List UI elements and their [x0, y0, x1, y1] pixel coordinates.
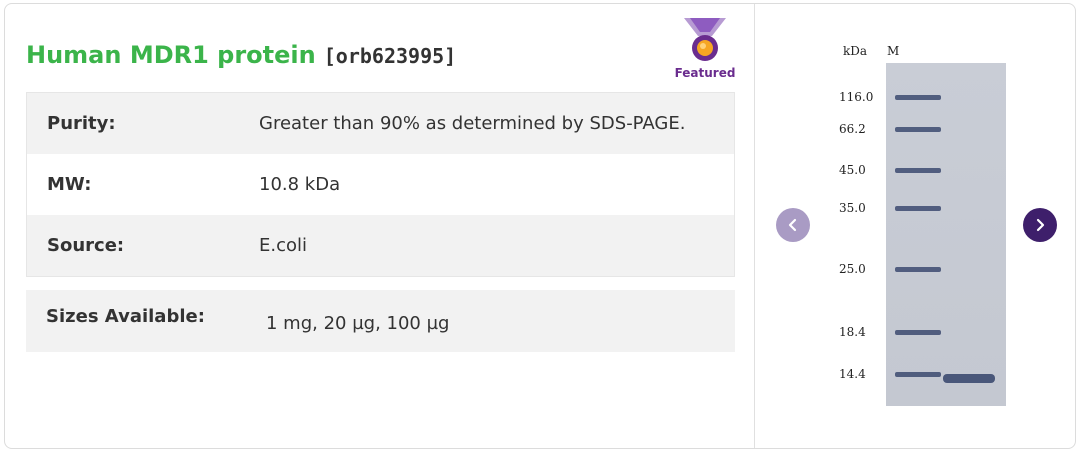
gel-background — [886, 63, 1006, 406]
spec-row-source: Source: E.coli — [27, 215, 734, 276]
marker-label: 66.2 — [839, 122, 866, 136]
marker-label: 116.0 — [839, 90, 873, 104]
sizes-label: Sizes Available: — [46, 305, 205, 327]
carousel-prev-button[interactable] — [776, 208, 810, 242]
product-card: Human MDR1 protein [orb623995] Featured … — [4, 3, 1076, 449]
spec-value: E.coli — [259, 235, 308, 256]
marker-label: 45.0 — [839, 163, 866, 177]
product-heading: Human MDR1 protein [orb623995] — [26, 41, 456, 69]
featured-badge: Featured — [670, 16, 740, 88]
ladder-band — [895, 267, 941, 272]
spec-row-mw: MW: 10.8 kDa — [27, 154, 734, 215]
spec-value: Greater than 90% as determined by SDS-PA… — [259, 113, 686, 134]
marker-label: 35.0 — [839, 201, 866, 215]
sample-band — [943, 374, 995, 383]
ladder-band — [895, 168, 941, 173]
marker-label: 14.4 — [839, 367, 866, 381]
chevron-right-icon — [1036, 218, 1045, 232]
ladder-band — [895, 127, 941, 132]
ladder-band — [895, 372, 941, 377]
ladder-band — [895, 330, 941, 335]
spec-label: MW: — [47, 174, 92, 195]
spec-value: 10.8 kDa — [259, 174, 341, 195]
medal-icon — [684, 18, 726, 61]
spec-label: Source: — [47, 235, 125, 256]
product-sku: [orb623995] — [323, 44, 457, 68]
marker-label: 25.0 — [839, 262, 866, 276]
ladder-band — [895, 206, 941, 211]
ladder-band — [895, 95, 941, 100]
featured-label: Featured — [674, 66, 736, 80]
spec-label: Purity: — [47, 113, 116, 134]
gel-figure: kDa M 116.0 66.2 45.0 35.0 25.0 18.4 14.4 — [839, 44, 1006, 406]
spec-row-purity: Purity: Greater than 90% as determined b… — [27, 93, 734, 154]
sizes-available: Sizes Available: 1 mg, 20 µg, 100 µg — [26, 290, 735, 352]
sizes-value: 1 mg, 20 µg, 100 µg — [266, 312, 450, 334]
carousel-next-button[interactable] — [1023, 208, 1057, 242]
chevron-left-icon — [788, 218, 797, 232]
product-title[interactable]: Human MDR1 protein — [26, 41, 316, 69]
sds-page-gel-image: kDa M 116.0 66.2 45.0 35.0 25.0 18.4 14.4 — [825, 37, 1025, 417]
gel-lane-label: M — [887, 44, 899, 58]
panel-divider — [754, 4, 755, 448]
gel-unit-label: kDa — [843, 44, 867, 58]
marker-label: 18.4 — [839, 325, 866, 339]
spec-table: Purity: Greater than 90% as determined b… — [26, 92, 735, 277]
